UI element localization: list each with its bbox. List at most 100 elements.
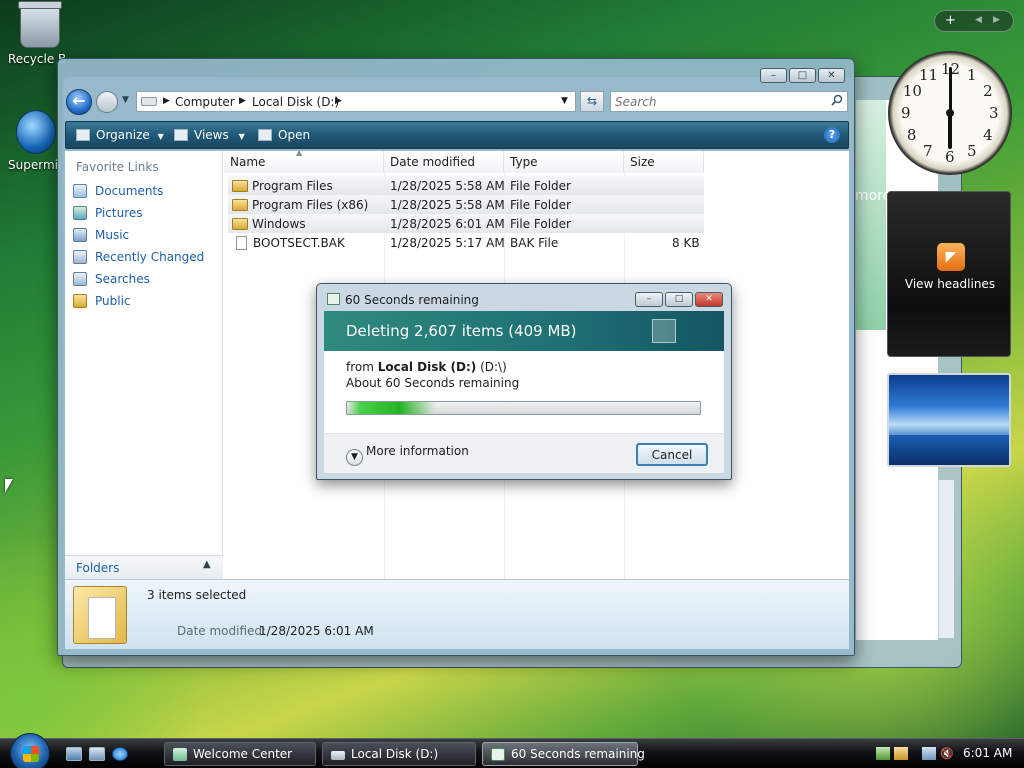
details-pane: 3 items selected Date modified: 1/28/202… [65, 579, 849, 649]
sort-ascending-icon: ▲ [296, 148, 303, 157]
clock-gadget[interactable]: 12 1 2 3 4 5 6 7 8 9 10 11 [888, 51, 1012, 175]
cancel-button[interactable]: Cancel [636, 443, 708, 466]
dialog-maximize-button[interactable]: □ [665, 292, 693, 307]
column-header-label: Name [230, 155, 266, 169]
taskbar-button-local-disk[interactable]: Local Disk (D:) [322, 742, 476, 766]
favorite-link-music[interactable]: Music [73, 228, 129, 248]
views-icon [174, 129, 188, 141]
maximize-button[interactable]: □ [789, 68, 816, 83]
background-window-banner [856, 100, 886, 330]
views-button[interactable]: Views ▼ [174, 128, 245, 142]
folder-thumbnail-icon [73, 586, 127, 644]
favorite-links-title: Favorite Links [76, 160, 159, 174]
more-information-toggle[interactable]: ▼ More information [346, 444, 469, 466]
open-button[interactable]: Open [258, 128, 310, 142]
file-row[interactable]: Windows 1/28/2025 6:01 AM File Folder [228, 214, 704, 233]
start-button[interactable] [10, 733, 50, 768]
file-row[interactable]: Program Files (x86) 1/28/2025 5:58 AM Fi… [228, 195, 704, 214]
column-header-type[interactable]: Type [504, 151, 624, 173]
organize-icon [76, 129, 90, 141]
folder-icon [232, 199, 248, 211]
back-button[interactable]: ← [66, 89, 92, 115]
close-button[interactable]: ✕ [818, 68, 845, 83]
feed-headlines-gadget[interactable]: ◤ View headlines [887, 191, 1011, 357]
desktop-icon-recycle-bin[interactable]: Recycle Bin [0, 1, 80, 66]
organize-button[interactable]: Organize ▼ [76, 128, 164, 142]
details-selection-count: 3 items selected [147, 588, 247, 602]
breadcrumb-separator: ▶ [163, 96, 170, 106]
show-desktop-icon[interactable] [66, 747, 82, 761]
favorite-link-searches[interactable]: Searches [73, 272, 150, 292]
column-header-label: Size [630, 155, 655, 169]
breadcrumb-computer[interactable]: Computer [175, 95, 235, 109]
column-header-name[interactable]: Name ▲ [224, 148, 384, 173]
folders-bar[interactable]: Folders ▲ [65, 555, 223, 579]
taskbar-button-label: 60 Seconds remaining [511, 747, 645, 761]
progress-bar [346, 401, 701, 415]
previous-page-icon[interactable]: ◀ [975, 15, 982, 25]
drive-icon [141, 97, 157, 106]
search-icon[interactable] [831, 94, 843, 106]
delete-progress-dialog: 60 Seconds remaining – □ ✕ Deleting 2,60… [316, 283, 732, 480]
column-header-size[interactable]: Size [624, 151, 704, 173]
search-box[interactable] [610, 91, 848, 112]
file-row[interactable]: BOOTSECT.BAK 1/28/2025 5:17 AM BAK File … [228, 233, 704, 252]
taskbar-button-welcome-center[interactable]: Welcome Center [164, 742, 316, 766]
favorite-link-public[interactable]: Public [73, 294, 131, 314]
navigation-pane: Favorite Links Documents Pictures Music … [65, 151, 223, 579]
tray-volume-muted-icon[interactable]: 🔇 [940, 747, 954, 760]
recycle-animation-icon [652, 319, 676, 343]
dialog-close-button[interactable]: ✕ [695, 292, 723, 307]
minimize-button[interactable]: – [760, 68, 787, 83]
favorite-link-recently-changed[interactable]: Recently Changed [73, 250, 204, 270]
tray-display-icon[interactable] [922, 747, 936, 760]
file-row[interactable]: Program Files 1/28/2025 5:58 AM File Fol… [228, 176, 704, 195]
clock-center [946, 109, 954, 117]
from-prefix: from [346, 360, 374, 374]
recycle-progress-icon [491, 748, 505, 761]
slideshow-gadget[interactable] [887, 373, 1011, 467]
favorite-link-label: Documents [95, 184, 164, 198]
dialog-banner-text: Deleting 2,607 items (409 MB) [346, 322, 577, 340]
refresh-button[interactable]: ⇆ [580, 91, 604, 112]
public-folder-icon [73, 294, 87, 308]
dialog-time-remaining: About 60 Seconds remaining [346, 376, 520, 390]
address-bar[interactable]: ▶ Computer ▶ Local Disk (D:) ▶ ▼ [136, 91, 576, 112]
tray-security-icon[interactable] [894, 747, 908, 760]
file-date: 1/28/2025 5:17 AM [390, 236, 505, 250]
breadcrumb-local-disk[interactable]: Local Disk (D:) [252, 95, 339, 109]
clock-numeral: 9 [901, 104, 911, 122]
taskbar-clock[interactable]: 6:01 AM [963, 746, 1012, 760]
breadcrumb-separator: ▶ [239, 96, 246, 106]
background-window-scrollbar[interactable] [938, 480, 954, 638]
help-icon[interactable]: ? [824, 127, 840, 143]
column-header-date-modified[interactable]: Date modified [384, 151, 504, 173]
file-type: File Folder [510, 217, 571, 231]
search-input[interactable] [615, 93, 825, 110]
favorite-link-pictures[interactable]: Pictures [73, 206, 143, 226]
chevron-up-icon: ▲ [203, 559, 211, 570]
arrow-left-icon: ← [72, 91, 86, 110]
mouse-cursor-icon [5, 479, 13, 493]
taskbar-button-label: Welcome Center [193, 747, 293, 761]
taskbar-button-delete-progress[interactable]: 60 Seconds remaining [482, 742, 645, 766]
clock-numeral: 11 [919, 65, 939, 84]
supermicro-icon [16, 110, 56, 154]
file-name: BOOTSECT.BAK [253, 236, 345, 250]
progress-bar-fill [347, 402, 436, 414]
forward-button[interactable] [96, 91, 118, 113]
tray-network-icon[interactable] [876, 747, 890, 760]
dialog-from-line: from Local Disk (D:) (D:\) [346, 360, 507, 374]
next-page-icon[interactable]: ▶ [993, 15, 1000, 25]
internet-explorer-icon[interactable] [112, 747, 128, 761]
history-dropdown-icon[interactable]: ▼ [122, 95, 129, 105]
dialog-title: 60 Seconds remaining [345, 293, 479, 307]
recently-changed-icon [73, 250, 87, 264]
views-label: Views [194, 128, 229, 142]
dialog-minimize-button[interactable]: – [635, 292, 663, 307]
open-label: Open [278, 128, 311, 142]
address-dropdown-icon[interactable]: ▼ [561, 96, 568, 106]
favorite-link-documents[interactable]: Documents [73, 184, 163, 204]
add-gadget-button[interactable]: + [945, 13, 956, 28]
switch-windows-icon[interactable] [89, 747, 105, 761]
